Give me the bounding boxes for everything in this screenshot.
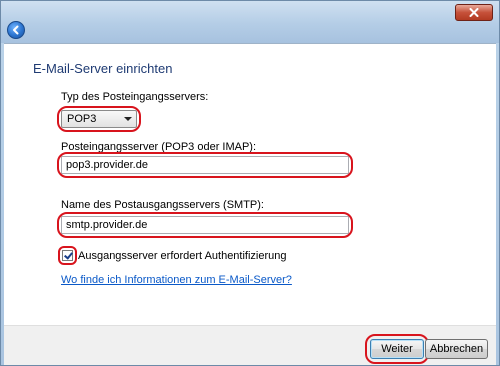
incoming-server-input[interactable] bbox=[61, 156, 349, 174]
incoming-type-label: Typ des Posteingangsservers: bbox=[61, 91, 209, 103]
checkmark-icon bbox=[64, 250, 73, 260]
help-link[interactable]: Wo finde ich Informationen zum E-Mail-Se… bbox=[61, 274, 292, 286]
cancel-button[interactable]: Abbrechen bbox=[425, 339, 488, 359]
incoming-server-label: Posteingangsserver (POP3 oder IMAP): bbox=[61, 141, 257, 153]
outgoing-server-label: Name des Postausgangsservers (SMTP): bbox=[61, 199, 264, 211]
footer-bar: Weiter Abbrechen bbox=[4, 325, 496, 365]
chevron-down-icon bbox=[124, 117, 132, 121]
incoming-type-select[interactable]: POP3 bbox=[61, 110, 137, 128]
back-arrow-icon bbox=[13, 25, 19, 35]
title-bar bbox=[1, 1, 499, 43]
back-button[interactable] bbox=[7, 21, 25, 39]
page-title: E-Mail-Server einrichten bbox=[33, 61, 173, 76]
outgoing-server-input[interactable] bbox=[61, 216, 349, 234]
next-button[interactable]: Weiter bbox=[370, 339, 424, 359]
close-icon bbox=[469, 8, 479, 17]
close-button[interactable] bbox=[455, 4, 493, 21]
incoming-type-value: POP3 bbox=[67, 113, 97, 125]
auth-checkbox-label[interactable]: Ausgangsserver erfordert Authentifizieru… bbox=[78, 250, 287, 262]
auth-checkbox[interactable] bbox=[62, 250, 73, 261]
content-area: E-Mail-Server einrichten Typ des Postein… bbox=[4, 43, 496, 325]
dialog-window: E-Mail-Server einrichten Typ des Postein… bbox=[0, 0, 500, 366]
